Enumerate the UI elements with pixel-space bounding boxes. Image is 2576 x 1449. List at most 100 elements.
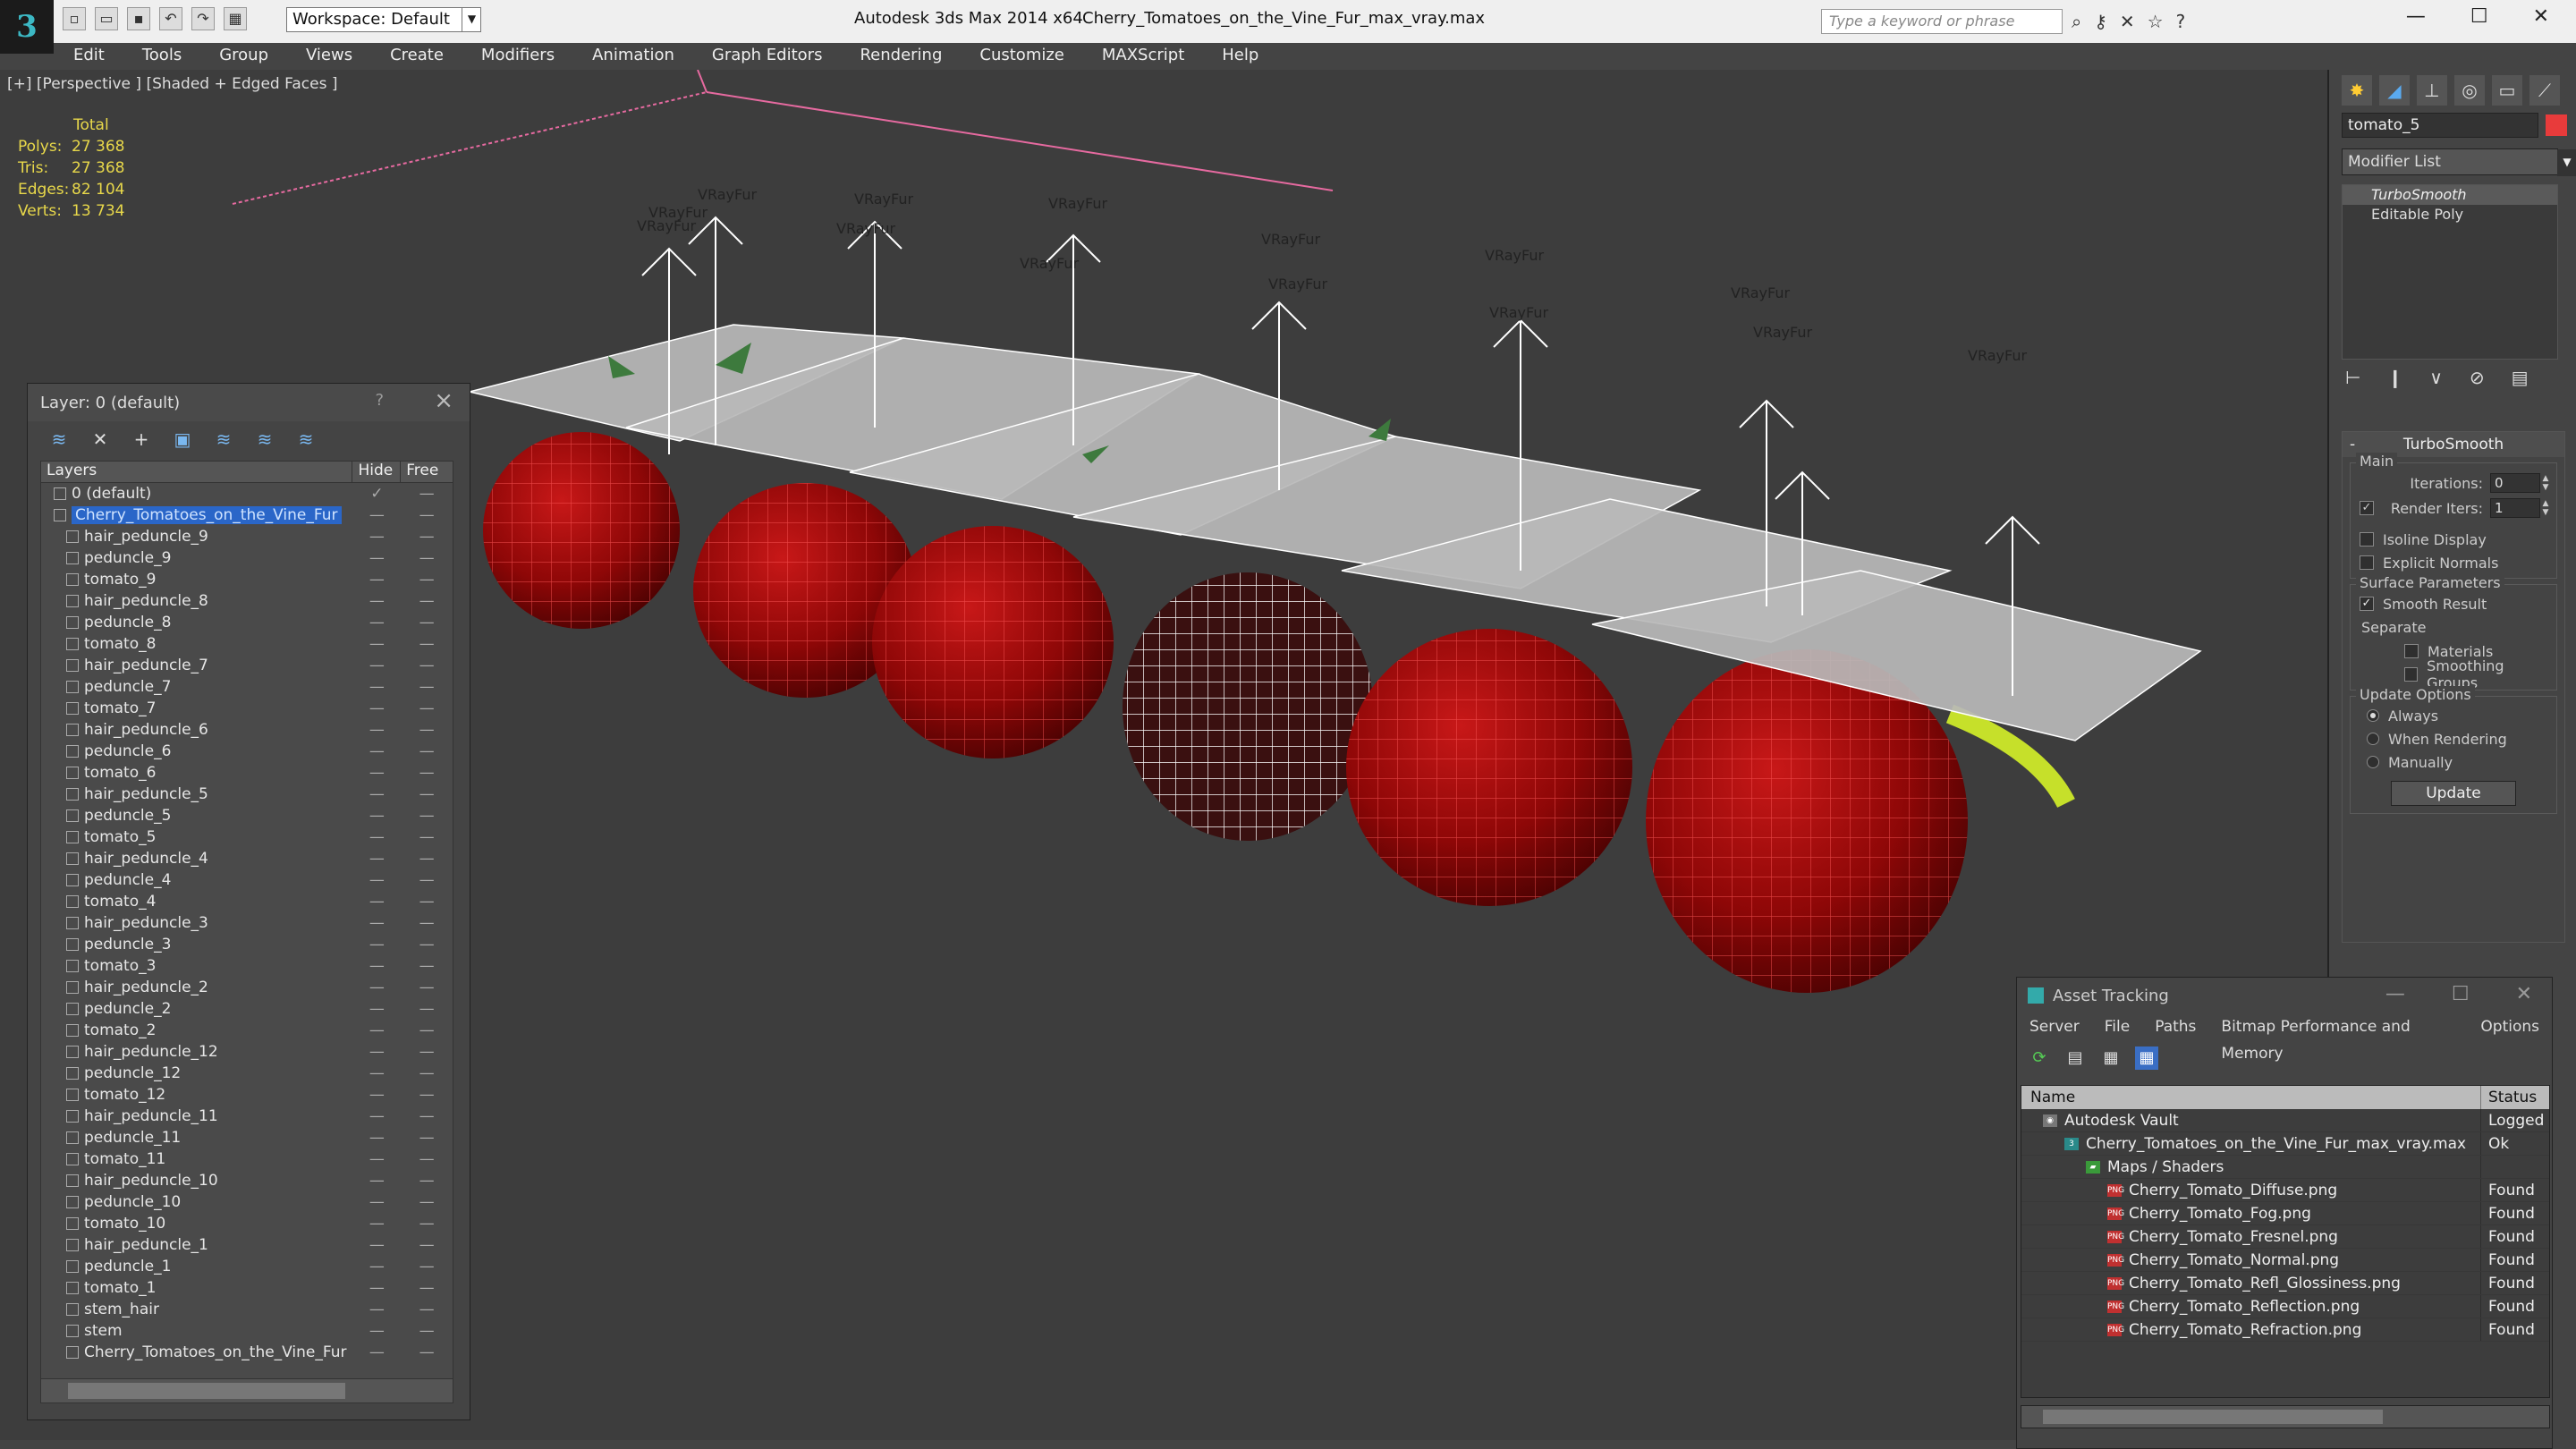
- freeze-toggle[interactable]: —: [401, 506, 453, 524]
- layer-row[interactable]: hair_peduncle_7 — —: [41, 655, 453, 676]
- minimize-icon[interactable]: —: [2385, 983, 2405, 1005]
- hide-toggle[interactable]: —: [353, 506, 402, 524]
- freeze-toggle[interactable]: —: [401, 571, 453, 589]
- freeze-toggle[interactable]: —: [401, 657, 453, 674]
- layer-row[interactable]: hair_peduncle_2 — —: [41, 977, 453, 998]
- menu-edit[interactable]: Edit: [54, 43, 123, 68]
- layer-row[interactable]: hair_peduncle_5 — —: [41, 784, 453, 805]
- layer-row[interactable]: tomato_11 — —: [41, 1148, 453, 1170]
- freeze-toggle[interactable]: —: [401, 1129, 453, 1147]
- grid-view-icon[interactable]: ▦: [2135, 1046, 2158, 1070]
- layer-row[interactable]: hair_peduncle_6 — —: [41, 719, 453, 741]
- freeze-toggle[interactable]: —: [401, 1172, 453, 1190]
- menu-bitmap-performance[interactable]: Bitmap Performance and Memory: [2208, 1013, 2468, 1063]
- hide-toggle[interactable]: —: [353, 1258, 402, 1275]
- freeze-toggle[interactable]: —: [401, 1279, 453, 1297]
- freeze-toggle[interactable]: —: [401, 1150, 453, 1168]
- key-icon[interactable]: ⚷: [2094, 11, 2107, 32]
- freeze-toggle[interactable]: —: [401, 721, 453, 739]
- always-radio[interactable]: [2367, 709, 2379, 722]
- menu-rendering[interactable]: Rendering: [840, 43, 960, 68]
- freeze-toggle[interactable]: —: [401, 1193, 453, 1211]
- hide-toggle[interactable]: —: [353, 764, 402, 782]
- hide-toggle[interactable]: —: [353, 614, 402, 631]
- freeze-toggle[interactable]: —: [401, 485, 453, 503]
- modifier-list-dropdown[interactable]: Modifier List ▼: [2342, 148, 2576, 176]
- freeze-toggle[interactable]: —: [401, 764, 453, 782]
- update-button[interactable]: Update: [2391, 781, 2516, 806]
- hide-toggle[interactable]: —: [353, 1064, 402, 1082]
- freeze-toggle[interactable]: —: [401, 592, 453, 610]
- close-icon[interactable]: ✕: [2516, 983, 2532, 1005]
- freeze-toggle[interactable]: —: [401, 936, 453, 953]
- layer-row[interactable]: peduncle_12 — —: [41, 1063, 453, 1084]
- highlight-layer-icon[interactable]: ≋: [212, 428, 235, 451]
- freeze-toggle[interactable]: —: [401, 1215, 453, 1233]
- layer-row[interactable]: peduncle_4 — —: [41, 869, 453, 891]
- col-freeze[interactable]: Free: [401, 462, 453, 482]
- minimize-icon[interactable]: —: [2406, 5, 2426, 28]
- menu-options[interactable]: Options: [2468, 1013, 2552, 1040]
- freeze-toggle[interactable]: —: [401, 893, 453, 911]
- materials-checkbox[interactable]: [2404, 644, 2419, 658]
- delete-layer-icon[interactable]: ✕: [89, 428, 112, 451]
- hide-toggle[interactable]: —: [353, 571, 402, 589]
- asset-row[interactable]: PNG Cherry_Tomato_Normal.png Found: [2021, 1249, 2549, 1272]
- hide-toggle[interactable]: —: [353, 936, 402, 953]
- search-input[interactable]: Type a keyword or phrase: [1821, 9, 2063, 34]
- layer-row[interactable]: tomato_7 — —: [41, 698, 453, 719]
- freeze-toggle[interactable]: —: [401, 1301, 453, 1318]
- hide-toggle[interactable]: —: [353, 549, 402, 567]
- menu-modifiers[interactable]: Modifiers: [462, 43, 572, 68]
- tools-icon[interactable]: ✕: [2120, 11, 2135, 32]
- layer-row[interactable]: tomato_4 — —: [41, 891, 453, 912]
- hide-toggle[interactable]: —: [353, 850, 402, 868]
- freeze-toggle[interactable]: —: [401, 957, 453, 975]
- object-name-field[interactable]: tomato_5: [2342, 113, 2538, 138]
- render-iters-field[interactable]: 1: [2490, 498, 2540, 518]
- freeze-toggle[interactable]: —: [401, 807, 453, 825]
- menu-views[interactable]: Views: [286, 43, 370, 68]
- col-hide[interactable]: Hide: [352, 462, 402, 482]
- refresh-icon[interactable]: ⟳: [2028, 1046, 2051, 1070]
- hide-toggle[interactable]: —: [353, 657, 402, 674]
- new-layer-icon[interactable]: ≋: [47, 428, 71, 451]
- layer-row[interactable]: hair_peduncle_1 — —: [41, 1234, 453, 1256]
- col-status[interactable]: Status: [2481, 1086, 2549, 1109]
- stack-item-editable-poly[interactable]: Editable Poly: [2343, 205, 2557, 225]
- layer-row[interactable]: peduncle_2 — —: [41, 998, 453, 1020]
- hide-toggle[interactable]: —: [353, 678, 402, 696]
- make-unique-icon[interactable]: ∨: [2429, 367, 2443, 388]
- hide-toggle[interactable]: —: [353, 785, 402, 803]
- freeze-toggle[interactable]: —: [401, 1258, 453, 1275]
- asset-row[interactable]: PNG Cherry_Tomato_Reflection.png Found: [2021, 1295, 2549, 1318]
- isoline-checkbox[interactable]: [2360, 532, 2374, 547]
- motion-tab-icon[interactable]: ◎: [2454, 75, 2485, 106]
- workspace-dropdown[interactable]: Workspace: Default: [286, 7, 481, 32]
- hide-toggle[interactable]: —: [353, 979, 402, 996]
- layer-row[interactable]: peduncle_6 — —: [41, 741, 453, 762]
- asset-row[interactable]: PNG Cherry_Tomato_Diffuse.png Found: [2021, 1179, 2549, 1202]
- freeze-toggle[interactable]: —: [401, 635, 453, 653]
- display-tab-icon[interactable]: ▭: [2492, 75, 2522, 106]
- help-icon[interactable]: ?: [2176, 11, 2186, 32]
- viewport-label[interactable]: [+] [Perspective ] [Shaded + Edged Faces…: [7, 75, 337, 93]
- freeze-all-icon[interactable]: ≋: [294, 428, 318, 451]
- layer-row[interactable]: peduncle_11 — —: [41, 1127, 453, 1148]
- hide-toggle[interactable]: —: [353, 957, 402, 975]
- freeze-toggle[interactable]: —: [401, 785, 453, 803]
- hide-toggle[interactable]: —: [353, 1021, 402, 1039]
- hide-toggle[interactable]: —: [353, 742, 402, 760]
- app-logo-icon[interactable]: 3: [0, 0, 54, 54]
- hide-toggle[interactable]: —: [353, 1301, 402, 1318]
- chevron-down-icon[interactable]: ▼: [2557, 149, 2576, 176]
- freeze-toggle[interactable]: —: [401, 1064, 453, 1082]
- layer-row[interactable]: peduncle_8 — —: [41, 612, 453, 633]
- hide-toggle[interactable]: —: [353, 1043, 402, 1061]
- hide-toggle[interactable]: —: [353, 1236, 402, 1254]
- hide-toggle[interactable]: —: [353, 592, 402, 610]
- iterations-field[interactable]: 0: [2490, 473, 2540, 493]
- open-file-icon[interactable]: ▭: [95, 7, 118, 30]
- hide-toggle[interactable]: —: [353, 1000, 402, 1018]
- layer-row[interactable]: tomato_8 — —: [41, 633, 453, 655]
